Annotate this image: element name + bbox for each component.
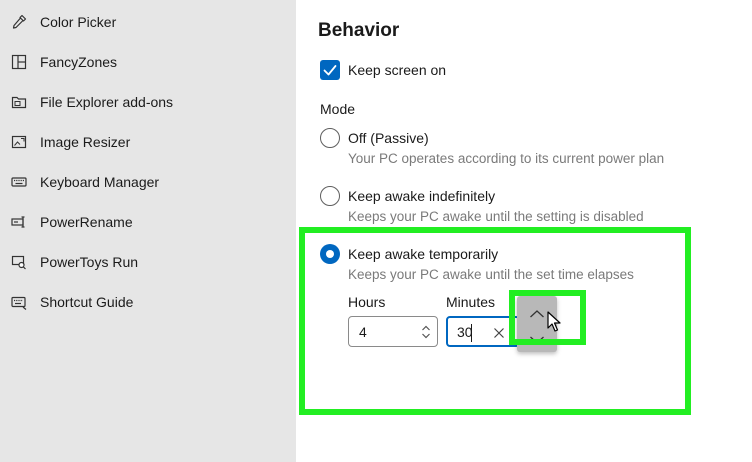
- mode-label: Mode: [320, 101, 356, 117]
- mode-indefinitely-radio[interactable]: [320, 186, 340, 206]
- checkmark-icon: [323, 65, 337, 76]
- settings-panel: Behavior Keep screen on Mode Off (Passiv…: [296, 0, 752, 462]
- sidebar-item-powertoys-run[interactable]: PowerToys Run: [0, 242, 296, 282]
- eyedropper-icon: [11, 14, 27, 30]
- sidebar-item-keyboard-manager[interactable]: Keyboard Manager: [0, 162, 296, 202]
- sidebar-item-file-explorer-addons[interactable]: File Explorer add-ons: [0, 82, 296, 122]
- sidebar-item-shortcut-guide[interactable]: Shortcut Guide: [0, 282, 296, 322]
- run-icon: [11, 254, 27, 270]
- shortcut-guide-icon: [11, 294, 27, 310]
- section-title: Behavior: [318, 20, 400, 41]
- sidebar-item-color-picker[interactable]: Color Picker: [0, 2, 296, 42]
- sidebar-item-label: PowerToys Run: [40, 254, 139, 270]
- sidebar-item-label: File Explorer add-ons: [40, 94, 174, 110]
- rename-icon: [11, 214, 27, 230]
- keep-screen-on-label: Keep screen on: [348, 62, 447, 78]
- file-explorer-icon: [11, 94, 27, 110]
- keyboard-icon: [11, 174, 27, 190]
- highlight-box-temporarily: [299, 227, 691, 415]
- sidebar-item-label: Keyboard Manager: [40, 174, 160, 190]
- sidebar: Color Picker FancyZones File Explorer ad…: [0, 0, 296, 462]
- mode-off-description: Your PC operates according to its curren…: [348, 151, 665, 166]
- fancyzones-icon: [11, 54, 27, 70]
- sidebar-item-label: Color Picker: [40, 14, 117, 30]
- highlight-box-spin: [509, 290, 586, 345]
- mode-off-title: Off (Passive): [348, 130, 429, 146]
- sidebar-item-label: Shortcut Guide: [40, 294, 134, 310]
- keep-screen-on-checkbox[interactable]: [320, 60, 340, 80]
- mode-indefinitely-description: Keeps your PC awake until the setting is…: [348, 209, 644, 224]
- sidebar-item-image-resizer[interactable]: Image Resizer: [0, 122, 296, 162]
- image-resizer-icon: [11, 134, 27, 150]
- sidebar-item-powerrename[interactable]: PowerRename: [0, 202, 296, 242]
- sidebar-item-label: Image Resizer: [40, 134, 131, 150]
- sidebar-item-label: FancyZones: [40, 54, 118, 70]
- sidebar-item-fancyzones[interactable]: FancyZones: [0, 42, 296, 82]
- mode-off-radio[interactable]: [320, 128, 340, 148]
- sidebar-item-label: PowerRename: [40, 214, 133, 230]
- mode-indefinitely-title: Keep awake indefinitely: [348, 188, 496, 204]
